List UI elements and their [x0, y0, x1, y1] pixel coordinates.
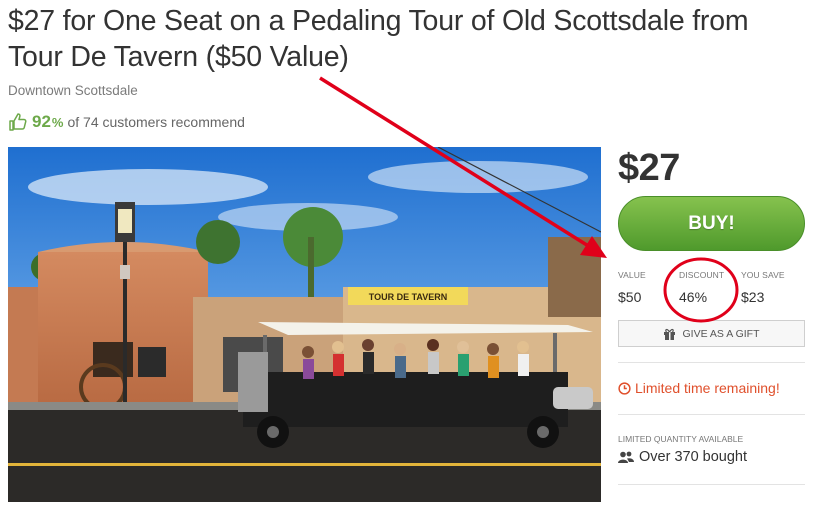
- recommend-percent: 92: [32, 112, 51, 131]
- deal-location[interactable]: Downtown Scottsdale: [8, 83, 138, 98]
- stat-discount: DISCOUNT 46%: [679, 270, 724, 305]
- stat-discount-label: DISCOUNT: [679, 270, 725, 280]
- quantity-label: LIMITED QUANTITY AVAILABLE: [618, 434, 744, 444]
- clock-icon: [618, 381, 631, 395]
- divider: [618, 484, 805, 485]
- tour-de-tavern-sign: TOUR DE TAVERN: [369, 292, 448, 302]
- deal-price: $27: [618, 147, 680, 189]
- divider: [618, 414, 805, 415]
- thumbs-up-icon: [9, 113, 27, 131]
- stat-value: VALUE $50: [618, 270, 646, 305]
- give-as-gift-button[interactable]: GIVE AS A GIFT: [618, 320, 805, 347]
- deal-title: $27 for One Seat on a Pedaling Tour of O…: [8, 5, 749, 73]
- limited-time-notice: Limited time remaining!: [618, 380, 780, 396]
- gift-label: GIVE AS A GIFT: [682, 327, 760, 340]
- divider: [618, 362, 805, 363]
- stat-you-save-label: YOU SAVE: [741, 270, 785, 280]
- recommend-text: of 74 customers recommend: [67, 114, 245, 130]
- deal-photo[interactable]: TOUR DE TAVERN: [8, 147, 601, 502]
- buy-button[interactable]: BUY!: [618, 196, 805, 251]
- bought-text: Over 370 bought: [639, 449, 748, 465]
- users-icon: [618, 451, 634, 463]
- stat-you-save-amount: $23: [741, 289, 765, 305]
- limited-time-text: Limited time remaining!: [635, 380, 780, 396]
- bought-count: Over 370 bought: [618, 449, 747, 465]
- stat-you-save: YOU SAVE $23: [741, 270, 785, 305]
- stat-value-label: VALUE: [618, 270, 646, 280]
- recommend-percent-sign: %: [51, 114, 64, 130]
- stat-discount-amount: 46%: [679, 289, 708, 305]
- recommend-summary: 92 % of 74 customers recommend: [8, 112, 245, 132]
- gift-icon: [664, 328, 676, 340]
- stat-value-amount: $50: [618, 289, 642, 305]
